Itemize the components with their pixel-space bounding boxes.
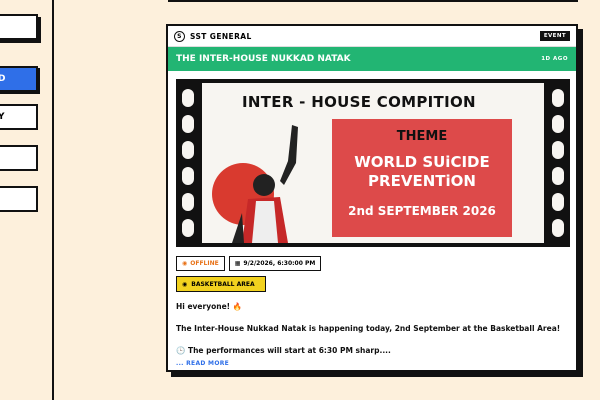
location-pin-icon: ◉ [182, 260, 188, 267]
poster-art: INTER - HOUSE COMPITION THEME WORLD SUiC… [202, 83, 544, 243]
location-chip: ◉ BASKETBALL AREA [176, 276, 266, 292]
mode-chip: ◉ OFFLINE [176, 256, 225, 271]
poster-date: 2nd SEPTEMBER 2026 [348, 204, 496, 218]
theme-title-line-2: PREVENTiON [368, 172, 476, 190]
theme-label: THEME [396, 129, 448, 144]
title-bar: THE INTER-HOUSE NUKKAD NATAK 1D AGO [168, 47, 576, 71]
post-line-2: 🕒 The performances will start at 6:30 PM… [176, 346, 391, 355]
theme-panel: THEME WORLD SUiCIDE PREVENTiON 2nd SEPTE… [332, 119, 512, 237]
channel[interactable]: S SST GENERAL [174, 30, 252, 42]
sidebar-item-active[interactable]: D [0, 66, 38, 92]
calendar-icon: ▦ [234, 260, 241, 267]
datetime-label: 9/2/2026, 6:30:00 PM [243, 260, 316, 267]
sidebar-item-label: Y [0, 112, 5, 122]
poster-heading: INTER - HOUSE COMPITION [242, 93, 476, 111]
location-label: BASKETBALL AREA [191, 280, 255, 288]
sidebar-item[interactable]: Y [0, 104, 38, 130]
sidebar-item-label: D [0, 74, 6, 84]
event-meta: ◉ OFFLINE ▦ 9/2/2026, 6:30:00 PM [176, 256, 322, 271]
read-more-link[interactable]: ... READ MORE [176, 360, 229, 367]
channel-name: SST GENERAL [190, 31, 252, 41]
event-title: THE INTER-HOUSE NUKKAD NATAK [176, 54, 351, 64]
post-greeting: Hi everyone! 🔥 [176, 302, 243, 311]
mode-label: OFFLINE [190, 260, 219, 267]
page: D Y S SST GENERAL EVENT THE INTER-HOUSE … [0, 0, 600, 400]
event-poster[interactable]: INTER - HOUSE COMPITION THEME WORLD SUiC… [176, 79, 570, 247]
card-header: S SST GENERAL EVENT [168, 26, 576, 47]
theme-title-line-1: WORLD SUiCIDE [354, 153, 490, 171]
theme-title: WORLD SUiCIDE PREVENTiON [332, 153, 512, 191]
previous-card-edge [168, 0, 578, 2]
sidebar-item[interactable] [0, 14, 38, 40]
post-line-1: The Inter-House Nukkad Natak is happenin… [176, 324, 561, 333]
time-ago: 1D AGO [541, 56, 568, 62]
datetime-chip: ▦ 9/2/2026, 6:30:00 PM [228, 256, 322, 271]
event-card[interactable]: S SST GENERAL EVENT THE INTER-HOUSE NUKK… [166, 24, 578, 372]
location-pin-icon: ◉ [182, 280, 188, 288]
sidebar-item[interactable] [0, 145, 38, 171]
sidebar-item[interactable] [0, 186, 38, 212]
type-badge: EVENT [539, 31, 570, 41]
performer-illustration [232, 125, 298, 243]
channel-logo-icon: S [174, 30, 185, 42]
